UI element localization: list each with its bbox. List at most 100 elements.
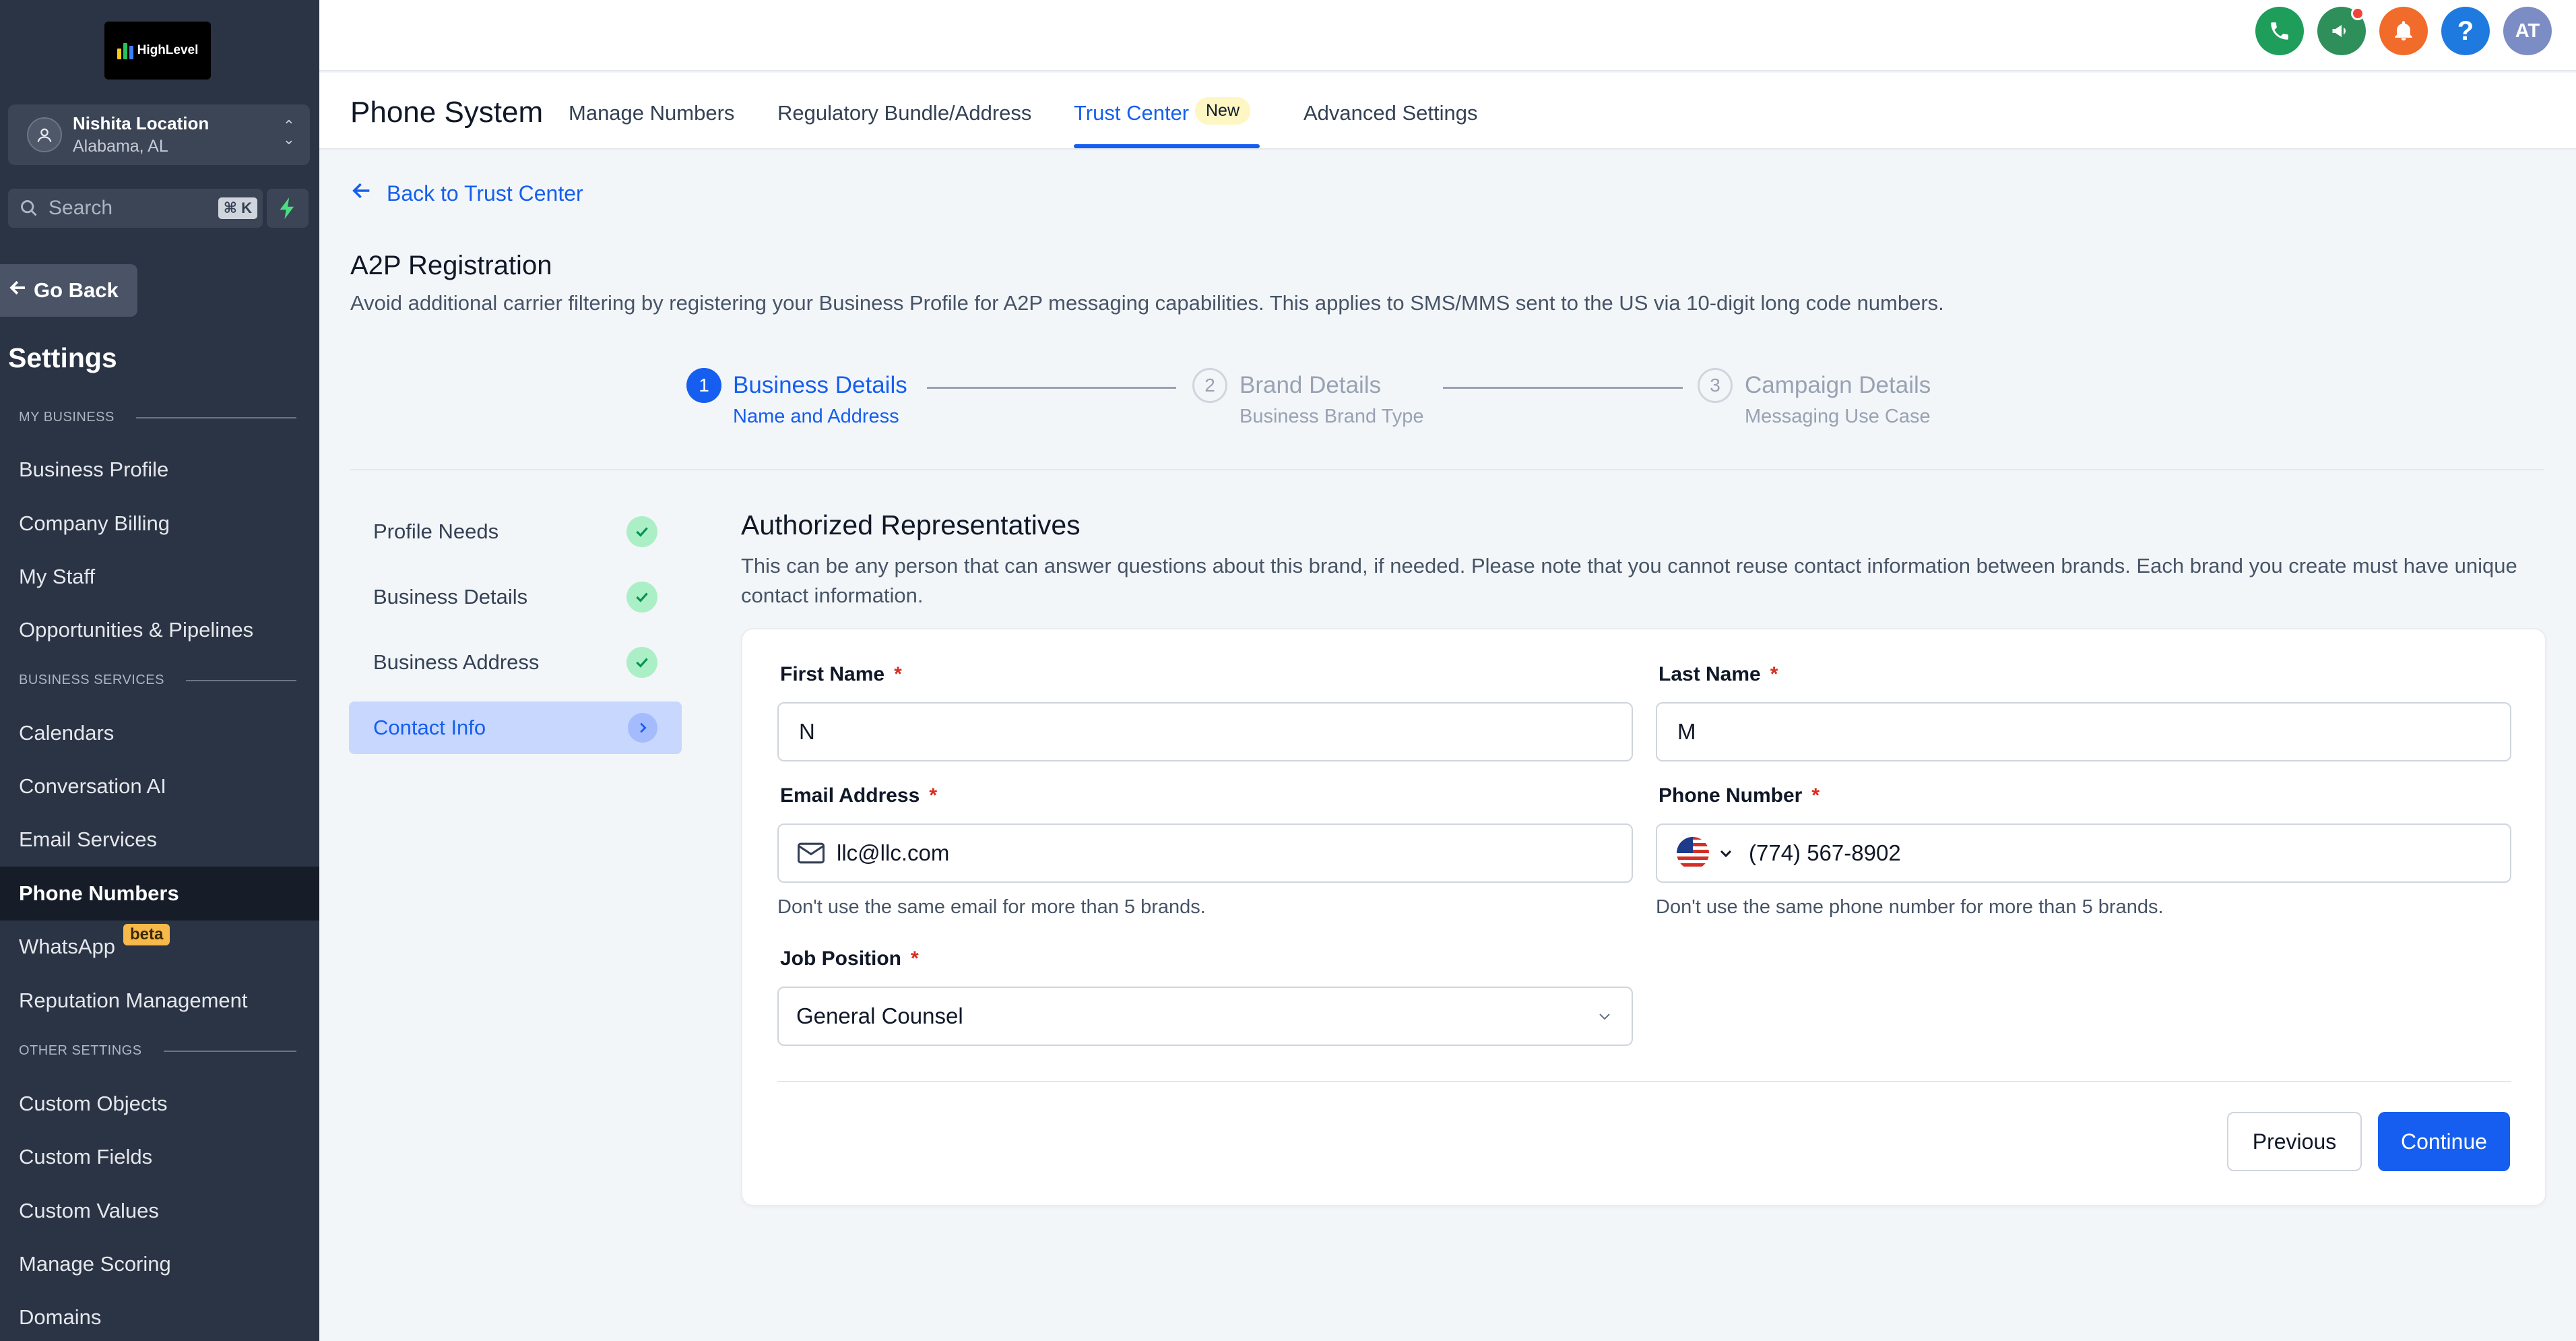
job-position-value: General Counsel: [796, 1003, 963, 1028]
sidebar-item-custom-objects[interactable]: Custom Objects: [0, 1077, 319, 1131]
first-name-field[interactable]: N: [777, 702, 1633, 761]
sidebar-item-reputation-management[interactable]: Reputation Management: [0, 974, 319, 1028]
form-divider: [777, 1081, 2511, 1082]
app-root: HighLevel Nishita Location Alabama, AL ⌃…: [0, 0, 2576, 1341]
continue-button[interactable]: Continue: [2378, 1112, 2510, 1171]
sidebar-item-my-staff[interactable]: My Staff: [0, 550, 319, 604]
section-other-settings: OTHER SETTINGS: [19, 1043, 296, 1059]
step-1-circle: 1: [686, 368, 721, 403]
last-name-field[interactable]: M: [1656, 702, 2511, 761]
phone-system-header: Phone System Manage Numbers Regulatory B…: [319, 73, 2576, 150]
phone-icon[interactable]: [2255, 7, 2304, 55]
tab-regulatory-bundle[interactable]: Regulatory Bundle/Address: [777, 101, 1031, 125]
logo-text: HighLevel: [137, 43, 199, 57]
page-description: Avoid additional carrier filtering by re…: [350, 291, 1944, 315]
top-bar: ? AT: [319, 0, 2576, 71]
tab-advanced-settings[interactable]: Advanced Settings: [1303, 101, 1478, 125]
phone-field[interactable]: (774) 567-8902: [1656, 823, 2511, 883]
sidebar-item-email-services[interactable]: Email Services: [0, 813, 319, 867]
step-2-title: Brand Details: [1239, 372, 1382, 398]
previous-button[interactable]: Previous: [2227, 1112, 2362, 1171]
substep-business-address[interactable]: Business Address: [349, 636, 682, 689]
email-field[interactable]: llc@llc.com: [777, 823, 1633, 883]
sidebar-item-conversation-ai[interactable]: Conversation AI: [0, 759, 319, 813]
sidebar-item-company-billing[interactable]: Company Billing: [0, 497, 319, 551]
go-back-button[interactable]: Go Back: [0, 264, 137, 317]
step-3-circle: 3: [1698, 368, 1733, 403]
section-description: This can be any person that can answer q…: [741, 554, 2517, 607]
step-1-title[interactable]: Business Details: [733, 372, 907, 399]
us-flag-icon[interactable]: [1676, 836, 1734, 870]
check-circle-icon: [626, 647, 657, 678]
bolt-icon: [280, 197, 294, 219]
location-icon: [27, 117, 62, 152]
check-circle-icon: [626, 516, 657, 547]
sidebar-item-label: WhatsApp: [19, 935, 116, 958]
substep-profile-needs[interactable]: Profile Needs: [349, 505, 682, 558]
help-icon[interactable]: ?: [2441, 7, 2490, 55]
stepper-connector: [1443, 387, 1683, 389]
search-input[interactable]: Search ⌘ K: [8, 189, 263, 228]
check-circle-icon: [626, 582, 657, 613]
substep-contact-info[interactable]: Contact Info: [349, 701, 682, 754]
sidebar-item-whatsapp[interactable]: WhatsApp beta: [0, 920, 319, 974]
email-hint: Don't use the same email for more than 5…: [777, 896, 1206, 918]
quick-action-button[interactable]: [267, 189, 309, 228]
highlevel-logo[interactable]: HighLevel: [104, 22, 211, 80]
section-my-business: MY BUSINESS: [19, 410, 296, 425]
logo-bars-icon: [117, 42, 133, 59]
first-name-label: First Name *: [780, 663, 902, 685]
mail-icon: [798, 842, 825, 864]
substep-business-details[interactable]: Business Details: [349, 571, 682, 623]
phone-value: (774) 567-8902: [1749, 840, 1901, 865]
step-2-subtitle: Business Brand Type: [1239, 406, 1424, 427]
section-title: Authorized Representatives: [741, 509, 1081, 540]
sidebar-item-phone-numbers[interactable]: Phone Numbers: [0, 867, 319, 921]
page-title: A2P Registration: [350, 251, 552, 280]
bell-icon[interactable]: [2379, 7, 2428, 55]
sidebar-item-manage-scoring[interactable]: Manage Scoring: [0, 1237, 319, 1291]
section-business-services: BUSINESS SERVICES: [19, 673, 296, 688]
sidebar-item-business-profile[interactable]: Business Profile: [0, 443, 319, 497]
last-name-value: M: [1677, 719, 1696, 744]
search-placeholder: Search: [49, 197, 113, 219]
sidebar-item-custom-fields[interactable]: Custom Fields: [0, 1130, 319, 1184]
settings-title: Settings: [8, 342, 117, 373]
substep-label: Profile Needs: [373, 520, 499, 543]
substep-label: Contact Info: [373, 716, 486, 739]
chevron-down-icon: [1720, 850, 1732, 858]
search-shortcut: ⌘ K: [218, 197, 257, 219]
back-link-label: Back to Trust Center: [387, 181, 583, 206]
substep-label: Business Details: [373, 585, 528, 609]
tab-trust-center[interactable]: Trust Center: [1074, 101, 1189, 125]
arrow-left-icon: [8, 278, 28, 303]
sidebar-item-calendars[interactable]: Calendars: [0, 706, 319, 760]
location-switcher[interactable]: Nishita Location Alabama, AL ⌃ ⌄: [8, 104, 310, 165]
divider: [350, 469, 2544, 470]
megaphone-icon[interactable]: [2317, 7, 2366, 55]
sidebar: HighLevel Nishita Location Alabama, AL ⌃…: [0, 0, 319, 1341]
location-name: Nishita Location: [73, 113, 210, 133]
back-to-trust-center-link[interactable]: Back to Trust Center: [350, 179, 583, 208]
email-value: llc@llc.com: [837, 840, 950, 865]
first-name-value: N: [799, 719, 815, 744]
sidebar-item-domains[interactable]: Domains: [0, 1290, 319, 1341]
chevron-up-down-icon: ⌃ ⌄: [282, 117, 295, 148]
new-badge: New: [1195, 97, 1251, 125]
location-sub: Alabama, AL: [73, 137, 168, 156]
user-avatar[interactable]: AT: [2503, 7, 2552, 55]
active-tab-indicator: [1074, 144, 1260, 148]
phone-label: Phone Number *: [1659, 784, 1820, 807]
job-position-select[interactable]: General Counsel: [777, 987, 1633, 1046]
tab-manage-numbers[interactable]: Manage Numbers: [569, 101, 734, 125]
sidebar-item-custom-values[interactable]: Custom Values: [0, 1184, 319, 1238]
step-3-subtitle: Messaging Use Case: [1745, 406, 1931, 427]
page-section-title: Phone System: [350, 96, 544, 129]
sidebar-item-opportunities-pipelines[interactable]: Opportunities & Pipelines: [0, 603, 319, 657]
substep-label: Business Address: [373, 650, 540, 674]
step-1-subtitle: Name and Address: [733, 406, 899, 427]
step-3-title: Campaign Details: [1745, 372, 1931, 398]
chevron-down-icon: [1597, 1008, 1613, 1024]
stepper-connector: [927, 387, 1176, 389]
notification-dot: [2351, 7, 2364, 20]
